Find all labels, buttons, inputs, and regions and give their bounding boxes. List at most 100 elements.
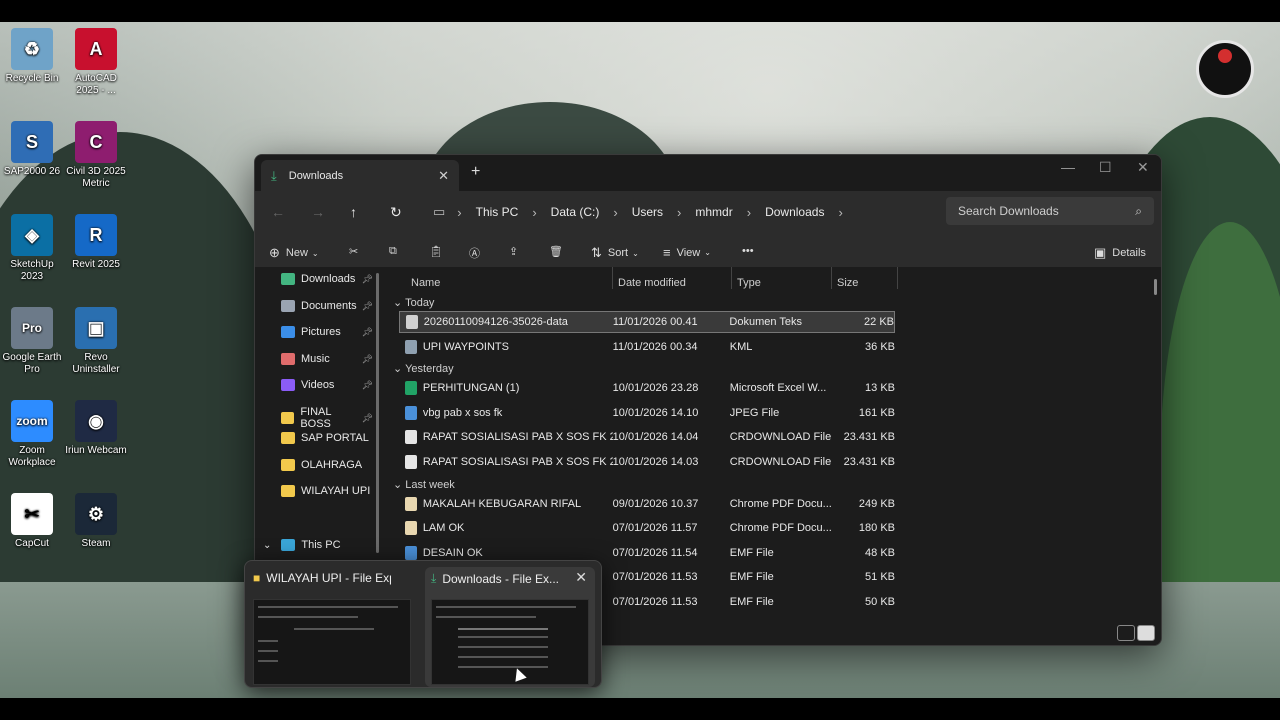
nav-item[interactable]: Videos 📌︎ (281, 379, 373, 391)
nav-item[interactable]: FINAL BOSS 📌︎ (281, 406, 373, 430)
column-divider[interactable] (731, 267, 732, 289)
nav-item-label: Documents (301, 300, 357, 312)
file-type: Chrome PDF Docu... (729, 522, 832, 535)
nav-item[interactable]: Downloads 📌︎ (281, 273, 373, 285)
close-window-icon[interactable]: ✕ (1137, 159, 1149, 176)
breadcrumb-downloads[interactable]: Downloads (765, 205, 824, 219)
view-button[interactable]: ≡ View ⌄ (663, 245, 711, 260)
pin-icon: 📌︎ (361, 273, 373, 284)
desktop-icon[interactable]: S SAP2000 26 (0, 121, 64, 178)
chevron-down-icon: ⌄ (393, 297, 406, 309)
desktop-icon[interactable]: A AutoCAD 2025 - ... (64, 28, 128, 97)
group-header[interactable]: ⌄ Yesterday (393, 362, 454, 375)
file-row[interactable]: RAPAT SOSIALISASI PAB X SOS FK 2026.p...… (399, 451, 895, 473)
desktop-icon[interactable]: ♻ Recycle Bin (0, 28, 64, 85)
file-name: MAKALAH KEBUGARAN RIFAL (422, 497, 582, 510)
file-name: LAM OK (422, 522, 465, 535)
file-row[interactable]: MAKALAH KEBUGARAN RIFAL 09/01/2026 10.37 C… (399, 493, 895, 515)
file-size: 180 KB (858, 522, 896, 535)
tiles-view-icon[interactable] (1137, 625, 1155, 641)
nav-scrollbar[interactable] (376, 273, 379, 553)
breadcrumb[interactable]: ▭ › This PC › Data (C:) › Users › mhmdr … (423, 197, 945, 227)
nav-item-icon (281, 326, 295, 338)
desktop-icon[interactable]: ✂ CapCut (0, 493, 64, 550)
file-icon (405, 430, 417, 445)
address-bar: ← → ↑ ↻ ▭ › This PC › Data (C:) › Users … (255, 191, 1161, 235)
file-row[interactable]: LAM OK 07/01/2026 11.57 Chrome PDF Docu...… (399, 517, 895, 539)
breadcrumb-users[interactable]: Users (632, 205, 663, 219)
column-divider[interactable] (612, 267, 613, 289)
group-label: Yesterday (405, 363, 454, 376)
new-button[interactable]: ⊕ New ⌄ (269, 245, 319, 261)
details-button[interactable]: ▣ Details (1094, 245, 1146, 261)
nav-item[interactable]: OLAHRAGA (281, 459, 373, 471)
column-divider[interactable] (897, 267, 898, 289)
column-header-date[interactable]: Date modified (618, 277, 686, 289)
details-view-icon[interactable] (1117, 625, 1135, 641)
file-icon (405, 455, 417, 469)
breadcrumb-data-c[interactable]: Data (C:) (551, 205, 600, 219)
desktop-icon[interactable]: Pro Google Earth Pro (0, 307, 64, 376)
column-divider[interactable] (831, 267, 832, 289)
preview-downloads[interactable]: ⤓ Downloads - File Ex... ✕ (425, 567, 595, 687)
paste-icon[interactable]: 📋︎ (429, 245, 443, 258)
nav-item[interactable]: Music 📌︎ (281, 353, 373, 365)
nav-item[interactable]: SAP PORTAL (281, 432, 373, 444)
close-preview-button[interactable]: ✕ (575, 569, 587, 586)
group-header[interactable]: ⌄ Last week (393, 478, 455, 491)
file-name: RAPAT SOSIALISASI PAB X SOS FK 2026.p... (422, 456, 613, 468)
up-icon[interactable]: ↑ (350, 204, 357, 220)
file-row[interactable]: 20260110094126-35026-data 11/01/2026 00.4… (399, 311, 895, 333)
file-icon (405, 545, 417, 560)
breadcrumb-mhmdr[interactable]: mhmdr (695, 205, 732, 219)
sort-button[interactable]: ⇅ Sort ⌄ (591, 245, 639, 261)
search-input[interactable]: Search Downloads ⌕ (946, 197, 1154, 225)
share-icon[interactable]: ⇪ (509, 245, 518, 258)
new-tab-button[interactable]: + (471, 163, 480, 181)
command-bar: ⊕ New ⌄ ✂ ⧉ 📋︎ Ⓐ ⇪ 🗑︎ ⇅ Sort ⌄ ≡ View ⌄ … (255, 235, 1161, 271)
column-header-size[interactable]: Size (837, 277, 858, 289)
tab-downloads[interactable]: ⤓ Downloads ✕ (261, 160, 459, 191)
desktop-icon[interactable]: ▣ Revo Uninstaller (64, 307, 128, 376)
chevron-down-icon: ⌄ (393, 363, 406, 376)
column-header-type[interactable]: Type (737, 277, 761, 289)
copy-icon[interactable]: ⧉ (389, 245, 397, 258)
file-row[interactable]: vbg pab x sos fk 10/01/2026 14.10 JPEG Fil… (399, 402, 895, 424)
minimize-icon[interactable]: — (1061, 159, 1075, 175)
group-header[interactable]: ⌄ Today (393, 296, 434, 309)
chevron-right-icon: › (457, 204, 462, 220)
maximize-icon[interactable]: ☐ (1099, 159, 1112, 176)
desktop-icon[interactable]: ◉ Iriun Webcam (64, 400, 128, 457)
nav-item[interactable]: Pictures 📌︎ (281, 326, 373, 338)
column-header-name[interactable]: Name (411, 277, 440, 289)
nav-item[interactable]: ⌄ This PC (263, 539, 355, 551)
nav-item-label: WILAYAH UPI (301, 485, 371, 497)
list-scrollbar[interactable] (1154, 279, 1157, 295)
chevron-down-icon[interactable]: ⌄ (263, 540, 271, 551)
close-tab-icon[interactable]: ✕ (438, 168, 449, 184)
file-row[interactable]: RAPAT SOSIALISASI PAB X SOS FK 2026.p...… (399, 426, 895, 448)
nav-item[interactable]: WILAYAH UPI (281, 485, 373, 497)
forward-icon[interactable]: → (311, 204, 325, 220)
preview-wilayah-upi[interactable]: ■ WILAYAH UPI - File Explorer (247, 567, 417, 687)
desktop-icon[interactable]: C Civil 3D 2025 Metric (64, 121, 128, 190)
file-row[interactable]: UPI WAYPOINTS 11/01/2026 00.34 KML 36 KB (399, 336, 895, 358)
nav-item-label: This PC (301, 539, 341, 551)
rename-icon[interactable]: Ⓐ (469, 245, 480, 261)
chevron-right-icon: › (677, 204, 682, 220)
nav-item-icon (281, 485, 295, 497)
file-row[interactable]: PERHITUNGAN (1) 10/01/2026 23.28 Microsoft… (399, 377, 895, 399)
cut-icon[interactable]: ✂ (349, 245, 358, 258)
refresh-icon[interactable]: ↻ (390, 204, 402, 221)
desktop-icon-label: Recycle Bin (5, 73, 59, 84)
desktop-icon[interactable]: R Revit 2025 (64, 214, 128, 271)
back-icon[interactable]: ← (271, 204, 285, 220)
nav-item[interactable]: Documents 📌︎ (281, 300, 373, 312)
desktop-icon[interactable]: ⚙ Steam (64, 493, 128, 550)
breadcrumb-this-pc[interactable]: This PC (476, 205, 519, 219)
delete-icon[interactable]: 🗑︎ (549, 245, 563, 258)
desktop-icon[interactable]: ◈ SketchUp 2023 (0, 214, 64, 283)
more-options-button[interactable]: ••• (742, 245, 754, 257)
preview-thumbnail (253, 599, 411, 685)
desktop-icon[interactable]: zoom Zoom Workplace (0, 400, 64, 469)
